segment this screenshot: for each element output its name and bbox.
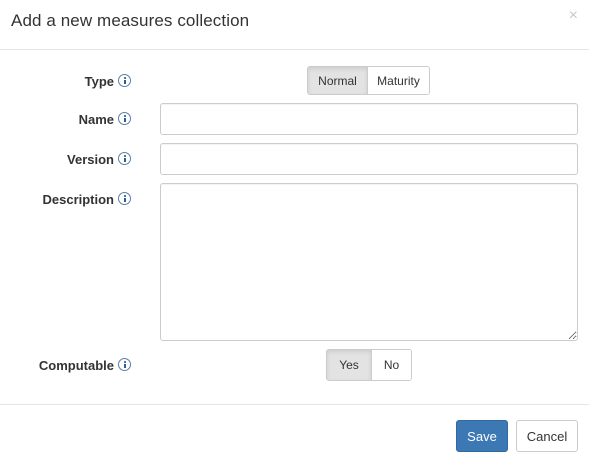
save-button[interactable]: Save [456, 420, 508, 452]
computable-toggle-group: Yes No [326, 349, 412, 381]
type-option-maturity[interactable]: Maturity [367, 67, 429, 94]
name-label-row: Name [79, 111, 131, 127]
type-option-normal[interactable]: Normal [308, 67, 367, 94]
version-label-row: Version [67, 151, 131, 167]
name-label: Name [78, 112, 114, 128]
type-label-row: Type [85, 73, 131, 89]
computable-option-no[interactable]: No [371, 350, 411, 380]
add-measures-collection-dialog: Add a new measures collection × Type Nor… [0, 0, 589, 460]
computable-label-row: Computable [39, 357, 131, 373]
description-textarea[interactable] [160, 183, 578, 341]
computable-option-yes[interactable]: Yes [327, 350, 371, 380]
info-circle-icon[interactable] [118, 192, 131, 206]
dialog-title: Add a new measures collection [11, 11, 250, 30]
footer-divider [0, 404, 589, 405]
description-label: Description [42, 192, 114, 208]
description-label-row: Description [42, 191, 131, 207]
name-input[interactable] [160, 103, 578, 135]
type-toggle-group: Normal Maturity [307, 66, 430, 95]
info-circle-icon[interactable] [118, 358, 131, 372]
cancel-button[interactable]: Cancel [516, 420, 578, 452]
version-label: Version [67, 152, 114, 168]
version-input[interactable] [160, 143, 578, 175]
computable-label: Computable [38, 358, 114, 374]
close-icon[interactable]: × [569, 8, 578, 24]
info-circle-icon[interactable] [118, 152, 131, 166]
info-circle-icon[interactable] [118, 112, 131, 126]
dialog-header: Add a new measures collection × [0, 0, 589, 50]
info-circle-icon[interactable] [118, 74, 131, 88]
type-label: Type [84, 74, 114, 90]
